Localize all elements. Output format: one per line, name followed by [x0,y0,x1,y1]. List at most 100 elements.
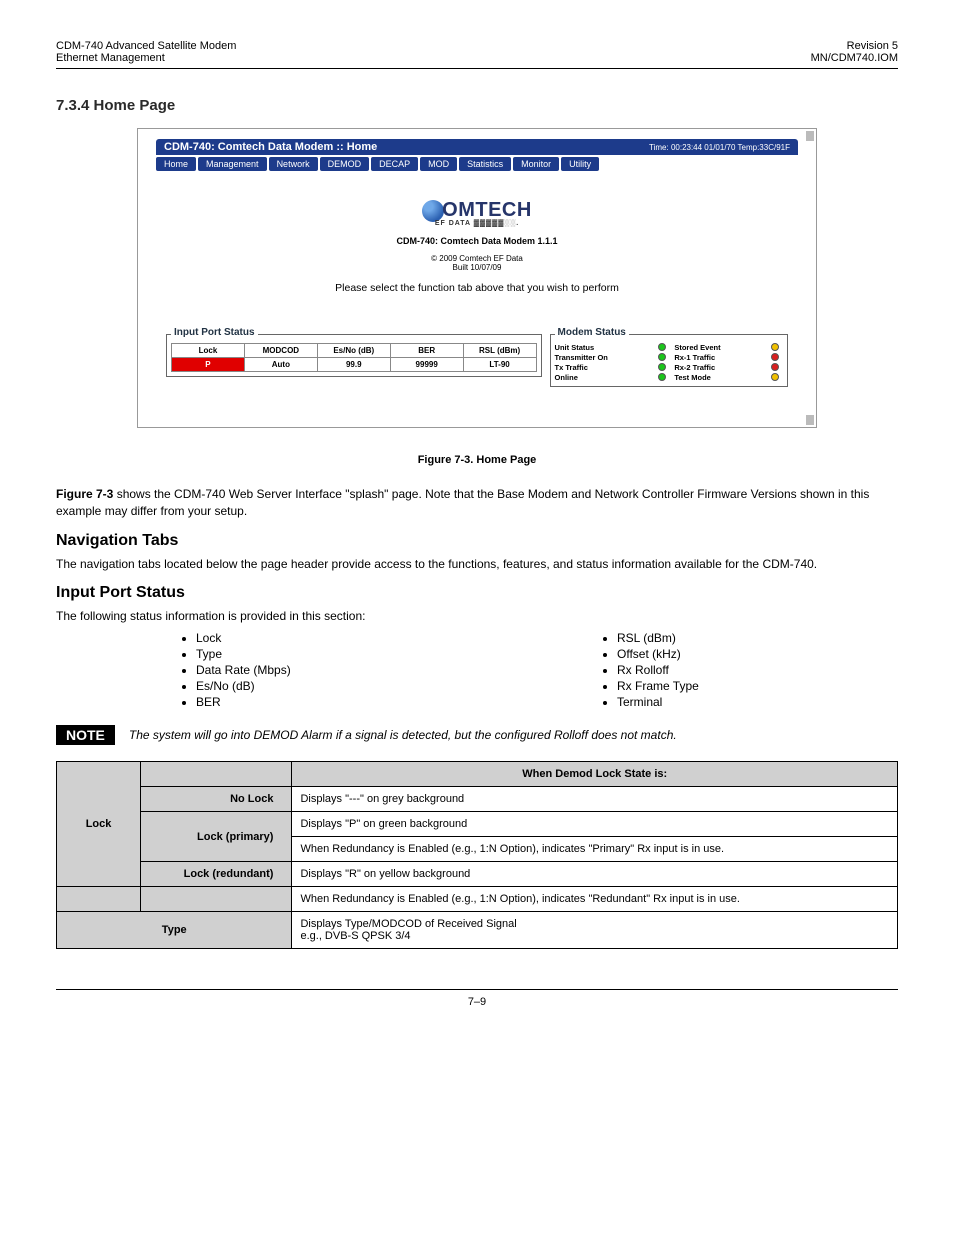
ms-r3: Test Mode [674,373,767,382]
ips-lock: P [172,358,245,372]
ms-r0: Stored Event [674,343,767,352]
ips-rsl: LT-90 [463,358,536,372]
fig-ref: Figure 7-3 [56,487,113,501]
ms-l2: Tx Traffic [555,363,655,372]
t1-r4c1 [141,887,292,912]
lock-table: Lock When Demod Lock State is: No Lock D… [56,761,898,949]
brand-text: OMTECH [442,199,532,221]
bl0: Lock [196,631,477,645]
ms-legend: Modem Status [555,327,629,338]
br1: Offset (kHz) [617,647,898,661]
intro-paragraph: Figure 7-3 shows the CDM-740 Web Server … [56,486,898,520]
scrollbar-thumb-bottom [806,415,814,425]
br3: Rx Frame Type [617,679,898,693]
page-number: 7–9 [56,996,898,1008]
t1-type-l2: e.g., DVB-S QPSK 3/4 [300,930,889,942]
bottom-rule [56,989,898,990]
ips-subhead: Input Port Status [56,584,898,602]
t1-r1c2: Displays "---" on grey background [292,787,898,812]
ips-modcod: Auto [244,358,317,372]
t1-header: When Demod Lock State is: [292,762,898,787]
tab-management[interactable]: Management [198,157,267,171]
ips-esno: 99.9 [317,358,390,372]
t1-type-label: Type [57,912,292,949]
led-stored-event [771,343,779,351]
globe-icon [422,200,444,222]
tab-decap[interactable]: DECAP [371,157,418,171]
doc-header: CDM-740 Advanced Satellite Modem Etherne… [56,40,898,64]
doc-revision: Revision 5 [811,40,898,52]
br4: Terminal [617,695,898,709]
tab-utility[interactable]: Utility [561,157,599,171]
t1-r2c1: Lock (primary) [141,812,292,862]
led-online [658,373,666,381]
ips-h-modcod: MODCOD [244,344,317,358]
brand-logo: OMTECH EF DATA ▓▓▓▓▓░░. [422,199,532,227]
t1-r1c1: No Lock [141,787,292,812]
bl3: Es/No (dB) [196,679,477,693]
bullet-right: RSL (dBm) Offset (kHz) Rx Rolloff Rx Fra… [477,631,898,711]
app-time-temp: Time: 00:23:44 01/01/70 Temp:33C/91F [649,143,790,152]
ips-ber: 99999 [390,358,463,372]
app-titlebar: CDM-740: Comtech Data Modem :: Home Time… [156,139,798,155]
bullet-columns: Lock Type Data Rate (Mbps) Es/No (dB) BE… [56,631,898,711]
brand-sub: EF DATA ▓▓▓▓▓░░. [422,220,532,227]
tab-monitor[interactable]: Monitor [513,157,559,171]
t1-type-body: Displays Type/MODCOD of Received Signal … [292,912,898,949]
splash-line1: CDM-740: Comtech Data Modem 1.1.1 [138,236,816,246]
t1-r3c1: Lock (redundant) [141,862,292,887]
bullet-left: Lock Type Data Rate (Mbps) Es/No (dB) BE… [56,631,477,711]
br2: Rx Rolloff [617,663,898,677]
ips-h-lock: Lock [172,344,245,358]
ips-h-ber: BER [390,344,463,358]
tab-statistics[interactable]: Statistics [459,157,511,171]
embedded-screenshot: CDM-740: Comtech Data Modem :: Home Time… [137,128,817,428]
splash-line2: © 2009 Comtech EF Data [138,254,816,263]
ips-paragraph: The following status information is prov… [56,608,898,625]
splash-center: OMTECH EF DATA ▓▓▓▓▓░░. CDM-740: Comtech… [138,199,816,294]
tab-bar: Home Management Network DEMOD DECAP MOD … [156,157,798,173]
figure-caption: Figure 7-3. Home Page [56,454,898,466]
nav-subhead: Navigation Tabs [56,532,898,550]
led-rx2 [771,363,779,371]
note-tag: NOTE [56,725,115,745]
ms-l1: Transmitter On [555,353,655,362]
bl4: BER [196,695,477,709]
ips-table: Lock MODCOD Es/No (dB) BER RSL (dBm) P A… [171,343,537,372]
t1-r2c2b: When Redundancy is Enabled (e.g., 1:N Op… [292,837,898,862]
splash-prompt: Please select the function tab above tha… [138,282,816,294]
top-rule [56,68,898,69]
br0: RSL (dBm) [617,631,898,645]
doc-title: CDM-740 Advanced Satellite Modem [56,40,236,52]
splash-line3: Built 10/07/09 [138,263,816,272]
modem-status-panel: Modem Status Unit Status Stored Event Tr… [550,334,788,387]
doc-subtitle: Ethernet Management [56,52,236,64]
t1-r2c2a: Displays "P" on green background [292,812,898,837]
app-title: CDM-740: Comtech Data Modem :: Home [164,141,377,153]
tab-mod[interactable]: MOD [420,157,457,171]
bl2: Data Rate (Mbps) [196,663,477,677]
ms-r1: Rx-1 Traffic [674,353,767,362]
ips-h-esno: Es/No (dB) [317,344,390,358]
t1-type-l1: Displays Type/MODCOD of Received Signal [300,918,889,930]
tab-demod[interactable]: DEMOD [320,157,370,171]
tab-network[interactable]: Network [269,157,318,171]
section-title: 7.3.4 Home Page [56,97,898,114]
ms-r2: Rx-2 Traffic [674,363,767,372]
t1-lock-label: Lock [57,762,141,887]
ips-h-rsl: RSL (dBm) [463,344,536,358]
intro-text: shows the CDM-740 Web Server Interface "… [56,487,869,518]
ms-l0: Unit Status [555,343,655,352]
led-unit-status [658,343,666,351]
led-tx-traffic [658,363,666,371]
led-rx1 [771,353,779,361]
t1-r4c2: When Redundancy is Enabled (e.g., 1:N Op… [292,887,898,912]
bl1: Type [196,647,477,661]
note-block: NOTE The system will go into DEMOD Alarm… [56,725,898,745]
input-port-status-panel: Input Port Status Lock MODCOD Es/No (dB)… [166,334,542,377]
led-tx-on [658,353,666,361]
tab-home[interactable]: Home [156,157,196,171]
ms-l3: Online [555,373,655,382]
scrollbar-thumb-top [806,131,814,141]
ips-legend: Input Port Status [171,327,258,338]
